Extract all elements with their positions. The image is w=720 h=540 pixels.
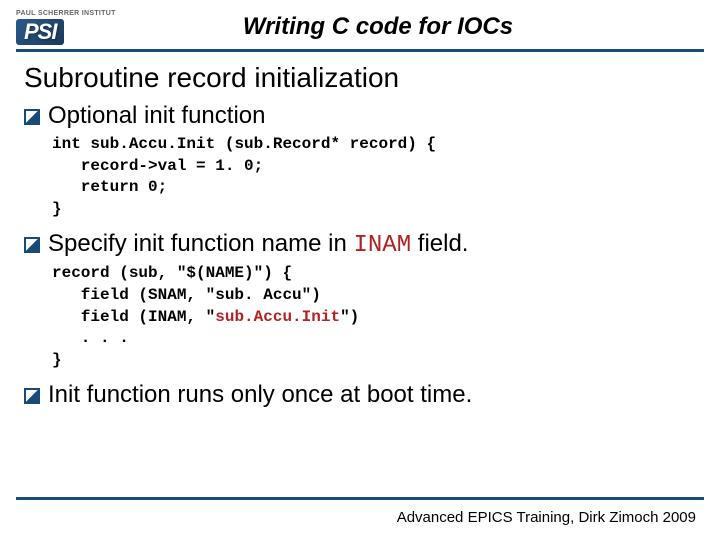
bullet-marker-icon [24, 109, 40, 125]
logo-mark: PSI [16, 19, 116, 43]
code2-l3-pre: field (INAM, " [52, 308, 215, 326]
code2-l3-red: sub.Accu.Init [215, 308, 340, 326]
bullet-3: Init function runs only once at boot tim… [24, 381, 696, 409]
slide-header: PAUL SCHERRER INSTITUT PSI Writing C cod… [0, 0, 720, 47]
code2-l4: . . . [52, 329, 129, 347]
code1-l3: return 0; [52, 178, 167, 196]
psi-logo: PAUL SCHERRER INSTITUT PSI [16, 10, 116, 43]
code1-l1-pre: int [52, 135, 90, 153]
code1-l1-post: (sub.Record* record) { [215, 135, 436, 153]
code-block-1: int sub.Accu.Init (sub.Record* record) {… [52, 134, 696, 220]
bullet-marker-icon [24, 237, 40, 253]
code2-l2: field (SNAM, "sub. Accu") [52, 286, 321, 304]
logo-psi-text: PSI [16, 19, 64, 45]
bullet-2: Specify init function name in INAM field… [24, 230, 696, 259]
logo-institute-text: PAUL SCHERRER INSTITUT [16, 10, 116, 17]
footer-text: Advanced EPICS Training, Dirk Zimoch 200… [397, 509, 696, 526]
code2-l1: record (sub, "$(NAME)") { [52, 264, 292, 282]
slide-content: Subroutine record initialization Optiona… [0, 52, 720, 409]
footer-divider [16, 497, 704, 500]
code2-l5: } [52, 351, 62, 369]
section-heading: Subroutine record initialization [24, 62, 696, 94]
bullet-marker-icon [24, 388, 40, 404]
code1-l4: } [52, 200, 62, 218]
bullet-1: Optional init function [24, 102, 696, 130]
inam-keyword: INAM [354, 232, 412, 259]
slide-title: Writing C code for IOCs [116, 13, 700, 41]
code1-l1-bold: sub.Accu.Init [90, 135, 215, 153]
code2-l3-post: ") [340, 308, 359, 326]
bullet-3-text: Init function runs only once at boot tim… [48, 381, 472, 409]
code-block-2: record (sub, "$(NAME)") { field (SNAM, "… [52, 263, 696, 371]
bullet-2-text: Specify init function name in INAM field… [48, 230, 468, 259]
code1-l2: record->val = 1. 0; [52, 157, 263, 175]
bullet-1-text: Optional init function [48, 102, 265, 130]
